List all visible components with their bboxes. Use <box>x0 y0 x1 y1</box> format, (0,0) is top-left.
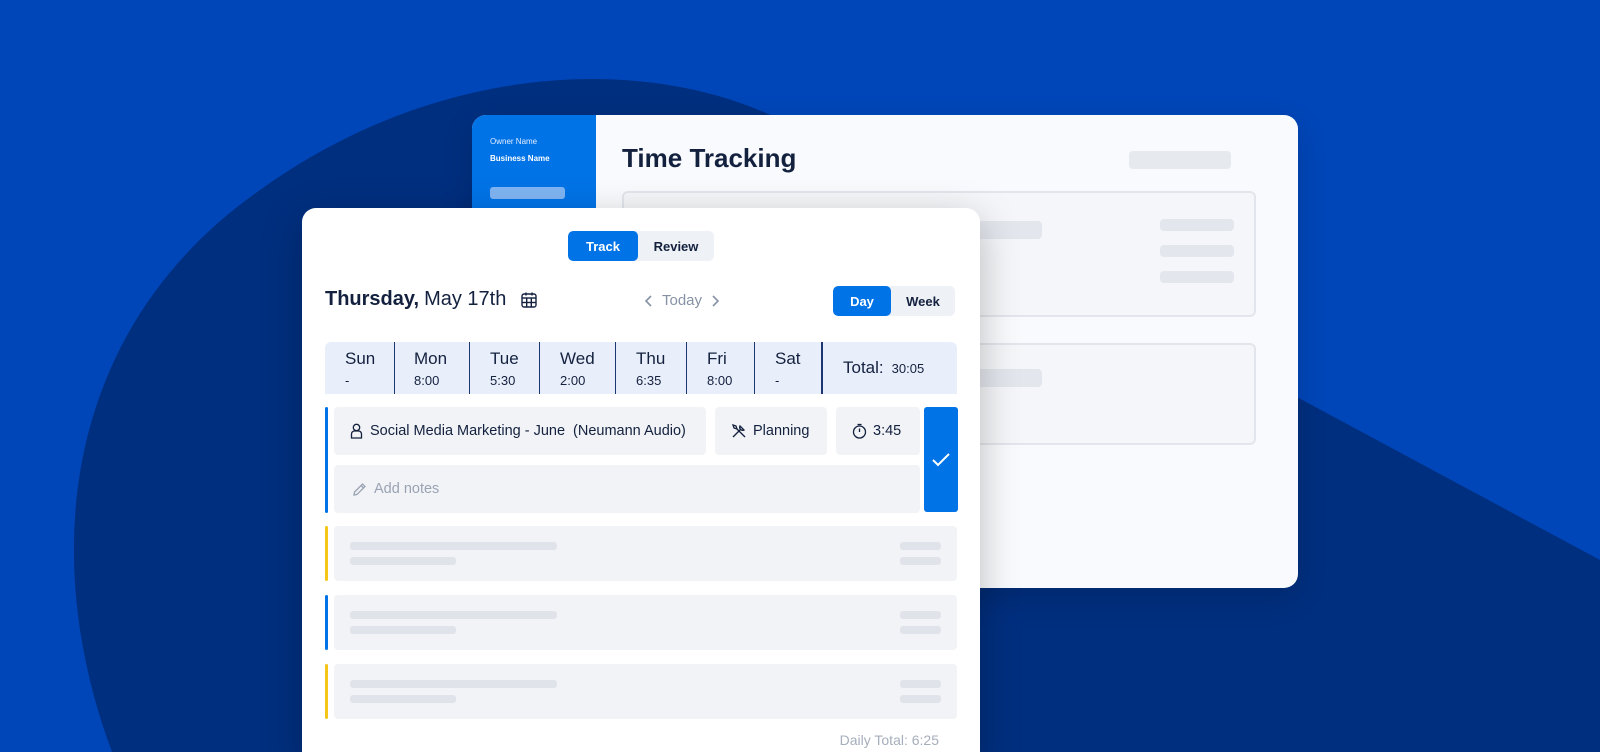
placeholder-entry <box>334 595 957 650</box>
pencil-icon <box>353 482 366 496</box>
service-field[interactable]: Planning <box>715 407 827 455</box>
daily-total: Daily Total: 6:25 <box>839 732 939 748</box>
day-name: Sat <box>775 349 801 368</box>
today-button[interactable]: Today <box>662 292 702 309</box>
day-hours: 6:35 <box>636 373 662 388</box>
day-hours: 8:00 <box>707 373 733 388</box>
user-icon <box>350 423 363 439</box>
page-title: Time Tracking <box>622 143 797 173</box>
skeleton-line <box>350 680 557 688</box>
tab-track[interactable]: Track <box>568 231 638 261</box>
skeleton-line <box>970 369 1042 387</box>
notes-placeholder: Add notes <box>374 481 440 497</box>
chevron-left-icon[interactable] <box>642 294 656 308</box>
day-cell-wed[interactable]: Wed 2:00 <box>540 342 616 394</box>
day-hours: - <box>345 373 350 388</box>
project-name: Social Media Marketing - June <box>370 423 566 439</box>
notes-field[interactable]: Add notes <box>334 465 920 513</box>
skeleton-line <box>900 557 941 565</box>
skeleton-line <box>350 611 557 619</box>
owner-name: Owner Name <box>490 137 538 146</box>
day-cell-fri[interactable]: Fri 8:00 <box>687 342 755 394</box>
mode-toggle: Track Review <box>568 231 714 261</box>
day-hours: 5:30 <box>490 373 516 388</box>
skeleton-line <box>900 626 941 634</box>
day-cell-mon[interactable]: Mon 8:00 <box>395 342 470 394</box>
header-placeholder <box>1129 151 1231 169</box>
chevron-right-icon[interactable] <box>708 294 722 308</box>
skeleton-line <box>1160 245 1234 257</box>
skeleton-line <box>350 542 557 550</box>
total-label: Total: <box>843 358 884 377</box>
calendar-icon[interactable] <box>520 291 538 309</box>
date-navigation: Today <box>642 292 722 309</box>
date-weekday: Thursday, <box>325 288 420 310</box>
day-hours: 2:00 <box>560 373 586 388</box>
duration-value: 3:45 <box>873 423 902 439</box>
skeleton-line <box>350 626 456 634</box>
day-name: Fri <box>707 349 727 368</box>
business-name: Business Name <box>490 154 550 163</box>
skeleton-line <box>900 695 941 703</box>
skeleton-line <box>970 221 1042 239</box>
placeholder-entry <box>334 664 957 719</box>
skeleton-line <box>900 680 941 688</box>
duration-field[interactable]: 3:45 <box>836 407 920 455</box>
skeleton-line <box>350 557 456 565</box>
entry-color-bar <box>325 407 328 513</box>
week-total: Total: 30:05 <box>822 342 924 394</box>
date-heading: Thursday, May 17th <box>325 288 538 311</box>
total-value: 30:05 <box>891 360 925 376</box>
service-name: Planning <box>753 423 810 439</box>
day-name: Thu <box>636 349 666 368</box>
check-icon <box>932 452 950 466</box>
track-time-panel: Track Review Thursday, May 17th Today Da… <box>302 208 980 752</box>
day-name: Sun <box>345 349 376 368</box>
client-name: (Neumann Audio) <box>573 423 686 439</box>
skeleton-line <box>1160 271 1234 283</box>
day-cell-sun[interactable]: Sun - <box>325 342 395 394</box>
entry-color-bar <box>325 595 328 650</box>
day-name: Wed <box>560 349 595 368</box>
day-name: Tue <box>490 349 519 368</box>
entry-color-bar <box>325 664 328 719</box>
day-name: Mon <box>414 349 448 368</box>
week-summary: Sun - Mon 8:00 Tue 5:30 Wed 2:00 Thu 6:3… <box>325 342 957 394</box>
sidebar-placeholder <box>490 187 565 199</box>
skeleton-line <box>900 611 941 619</box>
day-hours: 8:00 <box>414 373 440 388</box>
day-cell-tue[interactable]: Tue 5:30 <box>470 342 540 394</box>
entry-color-bar <box>325 526 328 581</box>
stopwatch-icon <box>852 423 867 439</box>
day-cell-thu[interactable]: Thu 6:35 <box>616 342 687 394</box>
save-entry-button[interactable] <box>924 407 958 512</box>
skeleton-line <box>350 695 456 703</box>
tab-day[interactable]: Day <box>833 286 891 316</box>
skeleton-line <box>1160 219 1234 231</box>
placeholder-entry <box>334 526 957 581</box>
day-hours: - <box>775 373 780 388</box>
tab-week[interactable]: Week <box>891 286 955 316</box>
tools-icon <box>731 423 746 438</box>
date-text: May 17th <box>424 288 507 310</box>
day-cell-sat[interactable]: Sat - <box>755 342 822 394</box>
tab-review[interactable]: Review <box>638 231 714 261</box>
view-toggle: Day Week <box>833 286 955 316</box>
project-field[interactable]: Social Media Marketing - June (Neumann A… <box>334 407 706 455</box>
skeleton-line <box>900 542 941 550</box>
